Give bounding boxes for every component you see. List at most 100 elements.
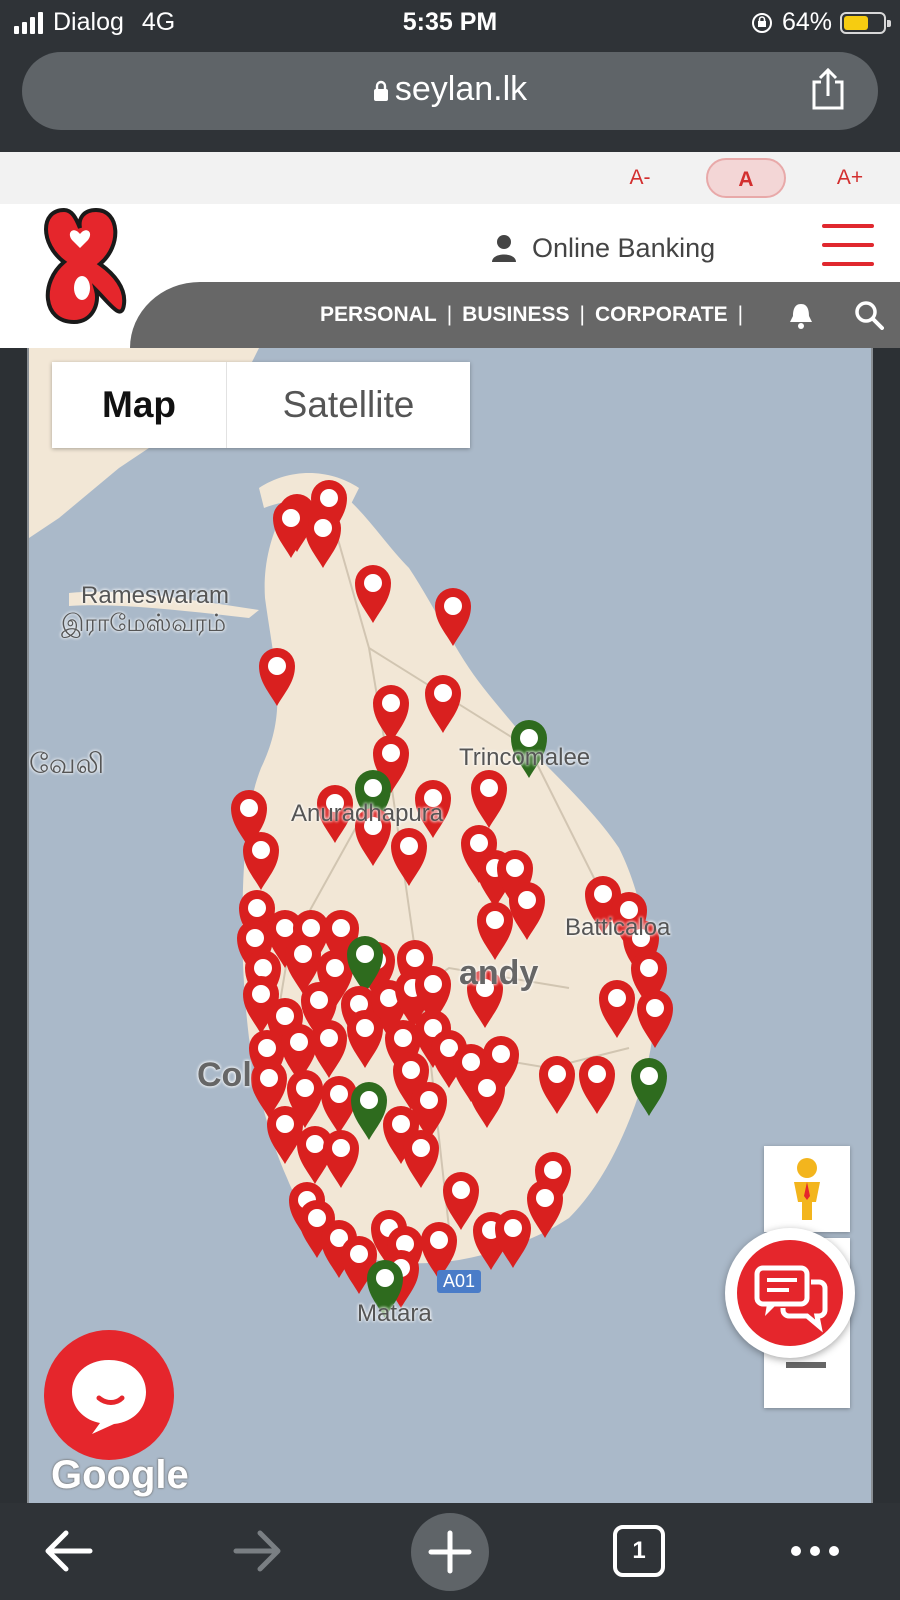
pin-dot: [382, 694, 400, 712]
pin-dot: [350, 1245, 368, 1263]
status-bar: Dialog 4G 5:35 PM 64%: [0, 0, 900, 48]
pin-dot: [518, 891, 536, 909]
pin-dot: [640, 1067, 658, 1085]
search-icon[interactable]: [854, 300, 884, 330]
pin-dot: [394, 1029, 412, 1047]
browser-toolbar: 1: [0, 1503, 900, 1600]
share-icon[interactable]: [808, 68, 848, 112]
nav-separator: |: [446, 303, 453, 326]
pin-dot: [246, 929, 264, 947]
address-bar[interactable]: seylan.lk: [22, 52, 878, 130]
url-display[interactable]: seylan.lk: [22, 70, 878, 109]
pin-dot: [320, 489, 338, 507]
pin-dot: [356, 1019, 374, 1037]
map-label-route: A01: [437, 1270, 482, 1293]
pin-dot: [276, 1115, 294, 1133]
pin-dot: [282, 509, 300, 527]
pin-dot: [248, 899, 266, 917]
map-view-button[interactable]: Map: [52, 362, 226, 448]
font-decrease-button[interactable]: A-: [600, 158, 680, 198]
map-label-rameswaram-tamil: இராமேஸ்வரம்: [61, 610, 227, 637]
live-chat-button[interactable]: [725, 1228, 855, 1358]
pin-dot: [326, 959, 344, 977]
orientation-lock-icon: [751, 12, 772, 33]
url-text: seylan.lk: [394, 70, 528, 108]
pin-dot: [504, 1219, 522, 1237]
map-type-control: Map Satellite: [52, 362, 470, 448]
font-normal-button[interactable]: A: [706, 158, 786, 198]
pin-dot: [290, 1033, 308, 1051]
pin-dot: [302, 919, 320, 937]
pin-dot: [356, 945, 374, 963]
pin-dot: [444, 597, 462, 615]
pegman-icon: [794, 1158, 820, 1220]
nav-personal[interactable]: PERSONAL: [320, 303, 437, 327]
pin-dot: [276, 919, 294, 937]
map-label-kandy: andy: [459, 954, 539, 992]
pin-dot: [294, 945, 312, 963]
seylan-logo[interactable]: [36, 204, 128, 326]
pin-dot: [646, 999, 664, 1017]
pin-dot: [470, 834, 488, 852]
new-tab-button[interactable]: [411, 1513, 489, 1591]
chat-icon: [754, 1265, 828, 1333]
more-icon[interactable]: [788, 1503, 842, 1600]
pin-dot: [506, 859, 524, 877]
pin-dot: [330, 1085, 348, 1103]
browser-screen: Dialog 4G 5:35 PM 64% seylan.lk A- A A+: [0, 0, 900, 1600]
tabs-button[interactable]: 1: [613, 1525, 665, 1577]
pin-dot: [276, 1007, 294, 1025]
pin-dot: [536, 1189, 554, 1207]
pin-dot: [548, 1065, 566, 1083]
pin-dot: [434, 684, 452, 702]
map-label-batticaloa: Batticaloa: [565, 914, 671, 941]
atm-pin-icon[interactable]: [631, 1058, 667, 1116]
add-icon: [428, 1530, 472, 1574]
pin-dot: [376, 1269, 394, 1287]
nav-business[interactable]: BUSINESS: [462, 303, 569, 327]
forward-icon[interactable]: [230, 1503, 286, 1600]
pin-dot: [364, 779, 382, 797]
menu-icon[interactable]: [822, 224, 874, 268]
message-button[interactable]: [44, 1330, 174, 1460]
branch-pin-icon[interactable]: [495, 1210, 531, 1268]
map-label-matara: Matara: [357, 1300, 432, 1327]
zoom-out-button[interactable]: [786, 1362, 826, 1368]
pin-dot: [406, 949, 424, 967]
pin-dot: [608, 989, 626, 1007]
pin-dot: [430, 1231, 448, 1249]
map-label-trincomalee: Trincomalee: [459, 744, 591, 771]
pin-dot: [332, 1139, 350, 1157]
battery-icon: [840, 11, 891, 34]
online-banking-link[interactable]: Online Banking: [492, 228, 715, 268]
pin-dot: [400, 837, 418, 855]
pin-dot: [486, 911, 504, 929]
pin-dot: [240, 799, 258, 817]
pin-dot: [382, 744, 400, 762]
battery-percent: 64%: [781, 8, 832, 36]
pin-dot: [420, 1091, 438, 1109]
map-label-colombo: Col: [197, 1056, 252, 1094]
pin-dot: [252, 841, 270, 859]
pin-dot: [480, 779, 498, 797]
nav-separator: |: [737, 303, 744, 326]
pin-dot: [588, 1065, 606, 1083]
pin-dot: [462, 1053, 480, 1071]
back-icon[interactable]: [40, 1503, 96, 1600]
nav-corporate[interactable]: CORPORATE: [595, 303, 728, 327]
pin-dot: [364, 574, 382, 592]
bell-icon[interactable]: [788, 302, 814, 330]
font-increase-button[interactable]: A+: [810, 158, 890, 198]
street-view-control[interactable]: [764, 1146, 850, 1232]
pin-dot: [306, 1135, 324, 1153]
online-banking-label: Online Banking: [532, 232, 716, 263]
pin-dot: [492, 1045, 510, 1063]
message-icon: [72, 1360, 146, 1434]
site-header: Online Banking PERSONAL | BUSINESS | COR…: [0, 204, 900, 348]
pin-dot: [478, 1079, 496, 1097]
pin-dot: [402, 1061, 420, 1079]
pin-dot: [310, 991, 328, 1009]
pin-dot: [452, 1181, 470, 1199]
pin-dot: [314, 519, 332, 537]
satellite-view-button[interactable]: Satellite: [226, 362, 470, 448]
